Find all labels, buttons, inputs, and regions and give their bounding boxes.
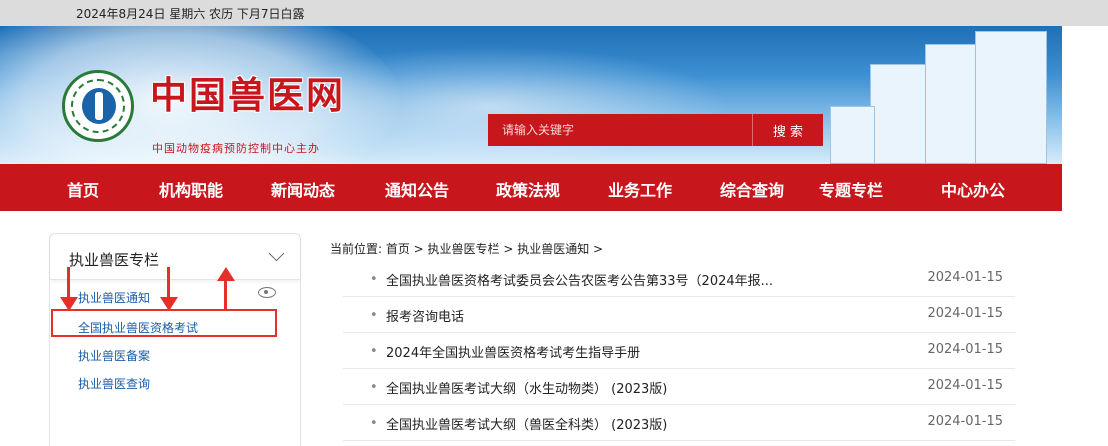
- nav-item-functions[interactable]: 机构职能: [159, 177, 223, 201]
- bullet-icon: •: [370, 344, 378, 359]
- list-item-title[interactable]: 全国执业兽医资格考试委员会公告农医考公告第33号（2024年报...: [386, 270, 773, 289]
- sidebar-item-notices[interactable]: 执业兽医通知: [78, 289, 150, 306]
- annotation-arrow-icon: [59, 267, 79, 311]
- bullet-icon: •: [370, 380, 378, 395]
- building-graphic: [870, 64, 930, 164]
- site-emblem-icon[interactable]: [62, 70, 134, 142]
- nav-item-business[interactable]: 业务工作: [608, 177, 672, 201]
- list-item-title[interactable]: 全国执业兽医考试大纲（兽医全科类） (2023版): [386, 414, 667, 433]
- annotation-arrow-icon: [216, 267, 236, 311]
- list-item-date: 2024-01-15: [927, 342, 1003, 357]
- list-item-date: 2024-01-15: [927, 378, 1003, 393]
- nav-item-home[interactable]: 首页: [67, 177, 99, 201]
- nav-item-policy[interactable]: 政策法规: [496, 177, 560, 201]
- sidebar: 执业兽医专栏 执业兽医通知 全国执业兽医资格考试 执业兽医备案 执业兽医查询: [49, 233, 301, 446]
- chevron-down-icon[interactable]: [268, 245, 285, 262]
- search-box: 搜 索: [488, 114, 823, 146]
- list-item-title[interactable]: 全国执业兽医考试大纲（水生动物类） (2023版): [386, 378, 667, 397]
- list-item[interactable]: • 全国执业兽医考试大纲（兽医全科类） (2023版) 2024-01-15: [343, 405, 1015, 441]
- site-title[interactable]: 中国兽医网: [150, 76, 345, 116]
- eye-icon[interactable]: [258, 287, 276, 298]
- top-date-bar: 2024年8月24日 星期六 农历 下月7日白露: [0, 0, 1108, 26]
- list-item[interactable]: • 全国执业兽医资格考试委员会公告农医考公告第33号（2024年报... 202…: [343, 261, 1015, 297]
- breadcrumb: 当前位置: 首页 > 执业兽医专栏 > 执业兽医通知 >: [330, 242, 604, 256]
- header-banner: 中国兽医网 中国动物疫病预防控制中心主办 搜 索: [0, 26, 1062, 164]
- list-item[interactable]: • 2024年全国执业兽医资格考试考生指导手册 2024-01-15: [343, 333, 1015, 369]
- list-item-date: 2024-01-15: [927, 306, 1003, 321]
- sidebar-title: 执业兽医专栏: [69, 251, 160, 269]
- search-input[interactable]: [488, 114, 758, 146]
- building-graphic: [830, 106, 875, 164]
- list-item[interactable]: • 报考咨询电话 2024-01-15: [343, 297, 1015, 333]
- annotation-arrow-icon: [159, 267, 179, 311]
- search-button[interactable]: 搜 索: [752, 114, 823, 146]
- sidebar-item-lookup[interactable]: 执业兽医查询: [78, 375, 150, 392]
- bullet-icon: •: [370, 308, 378, 323]
- nav-item-office[interactable]: 中心办公: [941, 177, 1005, 201]
- list-item-title[interactable]: 报考咨询电话: [386, 306, 464, 325]
- list-item-date: 2024-01-15: [927, 414, 1003, 429]
- main-nav: 首页 机构职能 新闻动态 通知公告 政策法规 业务工作 综合查询 专题专栏 中心…: [0, 164, 1062, 211]
- bullet-icon: •: [370, 416, 378, 431]
- highlight-box: [51, 309, 277, 337]
- building-graphic: [975, 31, 1047, 164]
- nav-item-notices[interactable]: 通知公告: [385, 177, 449, 201]
- site-subtitle: 中国动物疫病预防控制中心主办: [152, 142, 320, 155]
- list-item-date: 2024-01-15: [927, 270, 1003, 285]
- bullet-icon: •: [370, 272, 378, 287]
- nav-item-special[interactable]: 专题专栏: [819, 177, 883, 201]
- sidebar-item-filing[interactable]: 执业兽医备案: [78, 347, 150, 364]
- date-text: 2024年8月24日 星期六 农历 下月7日白露: [76, 7, 305, 21]
- nav-item-news[interactable]: 新闻动态: [271, 177, 335, 201]
- list-item-title[interactable]: 2024年全国执业兽医资格考试考生指导手册: [386, 342, 640, 361]
- list-item[interactable]: • 全国执业兽医考试大纲（水生动物类） (2023版) 2024-01-15: [343, 369, 1015, 405]
- nav-item-query[interactable]: 综合查询: [720, 177, 784, 201]
